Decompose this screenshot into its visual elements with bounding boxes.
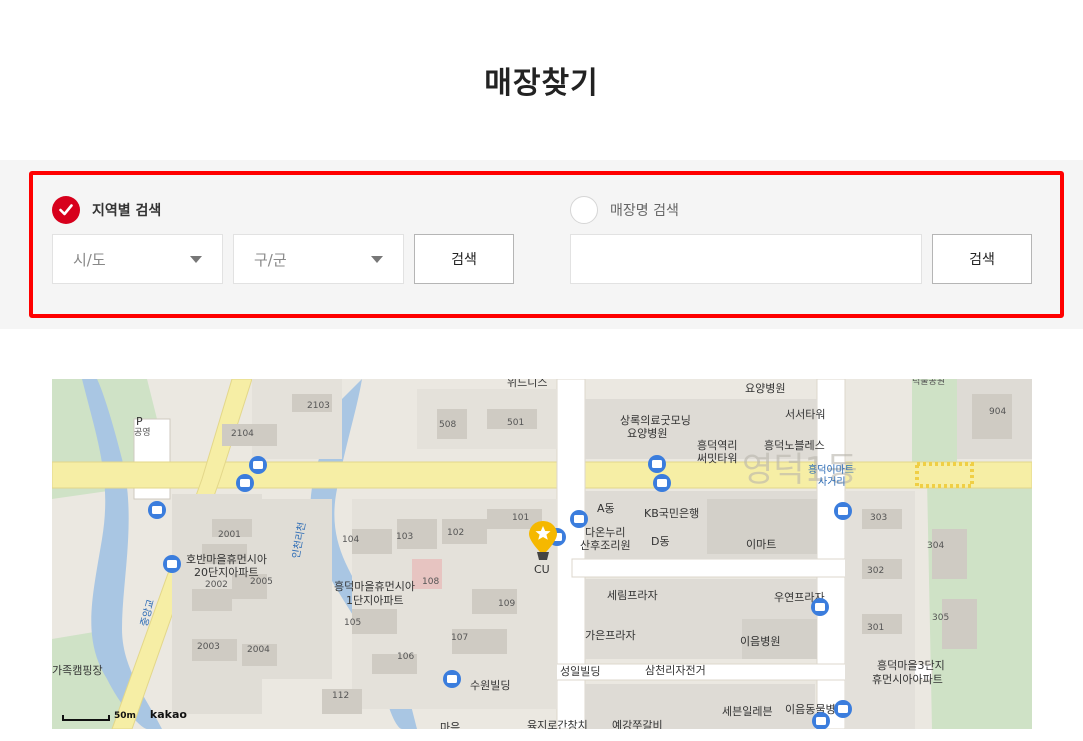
map-label: 112	[332, 691, 349, 701]
map-label: 요양병원	[745, 382, 785, 395]
map-label: 요양병원	[627, 427, 667, 440]
kakao-logo: kakao	[149, 708, 187, 721]
bus-stop-icon[interactable]	[811, 598, 829, 616]
store-map[interactable]: 위드니스 요양병원 덕물공원 2103 508 501 상록의료굿모닝 요양병원…	[52, 379, 1032, 729]
map-label: 303	[870, 513, 887, 523]
map-label: 다온누리	[585, 526, 625, 539]
store-name-input[interactable]	[570, 234, 922, 284]
map-label: 304	[927, 541, 944, 551]
bus-stop-icon[interactable]	[236, 474, 254, 492]
map-label: 수원빌딩	[470, 679, 510, 692]
map-label: 가족캠핑장	[52, 664, 103, 677]
chevron-down-icon	[371, 255, 383, 263]
map-label: 써밋타워	[697, 452, 737, 465]
map-label: 육지로간창치	[527, 719, 588, 729]
map-label: 105	[344, 618, 361, 628]
map-label: D동	[651, 535, 670, 548]
map-label: 흥덕역리	[697, 438, 737, 452]
store-search-radio[interactable]: 매장명 검색	[570, 196, 679, 224]
store-search-label: 매장명 검색	[610, 203, 679, 219]
map-label: 305	[932, 613, 949, 623]
map-label: KB국민은행	[644, 507, 699, 520]
region-search-button[interactable]: 검색	[414, 234, 514, 284]
map-label: 2005	[250, 577, 273, 587]
map-label: 20단지아파트	[194, 566, 259, 579]
map-label: 삼천리자전거	[645, 663, 706, 677]
bus-stop-icon[interactable]	[570, 510, 588, 528]
unchecked-radio-icon	[570, 196, 598, 224]
map-label: 103	[396, 532, 413, 542]
scale-label: 50m	[114, 711, 136, 721]
map-label: 흥덕마을3단지	[877, 658, 945, 672]
sido-select[interactable]: 시/도	[52, 234, 223, 284]
map-label: 302	[867, 566, 884, 576]
map-label: 공영	[134, 427, 151, 438]
gugun-select-value: 구/군	[254, 250, 287, 269]
map-label: 가은프라자	[585, 629, 636, 642]
map-label: 사거리	[818, 476, 846, 488]
map-label: 104	[342, 535, 359, 545]
map-label: 109	[498, 599, 515, 609]
map-label: 107	[451, 633, 468, 643]
gugun-select[interactable]: 구/군	[233, 234, 404, 284]
map-label: 1단지아파트	[346, 594, 404, 607]
region-search-label: 지역별 검색	[92, 203, 162, 219]
map-label: A동	[597, 502, 615, 515]
page-title: 매장찾기	[484, 66, 599, 101]
map-label: 흥덕이마트	[808, 463, 854, 476]
map-label: 904	[989, 407, 1006, 417]
bus-stop-icon[interactable]	[653, 474, 671, 492]
chevron-down-icon	[190, 255, 202, 263]
bus-stop-icon[interactable]	[834, 700, 852, 718]
map-canvas[interactable]: 위드니스 요양병원 덕물공원 2103 508 501 상록의료굿모닝 요양병원…	[52, 379, 1032, 729]
map-label: 덕물공원	[912, 379, 945, 387]
bus-stop-icon[interactable]	[249, 456, 267, 474]
map-label: CU	[534, 563, 550, 576]
checked-radio-icon	[52, 196, 80, 224]
map-label: 106	[397, 652, 414, 662]
map-label: 성일빌딩	[560, 664, 600, 678]
map-label: 2003	[197, 642, 220, 652]
map-label: 102	[447, 528, 464, 538]
scale-bar-line	[62, 715, 110, 721]
bus-stop-icon[interactable]	[163, 555, 181, 573]
bus-stop-icon[interactable]	[648, 455, 666, 473]
sido-select-value: 시/도	[73, 250, 106, 269]
bus-stop-icon[interactable]	[834, 502, 852, 520]
map-label: 예강쭈갈비	[612, 718, 663, 729]
map-label: 흥덕마을휴먼시아	[334, 579, 415, 593]
map-label: 이음병원	[740, 635, 780, 648]
map-label: 산후조리원	[580, 539, 631, 552]
map-label: 이마트	[746, 538, 776, 551]
map-scale: 50m kakao	[62, 708, 187, 721]
map-label: 2002	[205, 580, 228, 590]
map-label: 위드니스	[507, 379, 547, 389]
map-label: P	[136, 415, 143, 428]
map-label: 세림프라자	[607, 589, 658, 602]
map-label: 휴먼시아아파트	[872, 673, 943, 686]
map-label: 101	[512, 513, 529, 523]
bus-stop-icon[interactable]	[443, 670, 461, 688]
map-label: 508	[439, 420, 456, 430]
store-search-button[interactable]: 검색	[932, 234, 1032, 284]
map-label: 301	[867, 623, 884, 633]
map-label: 세븐일레븐	[722, 704, 773, 718]
map-label: 호반마을휴먼시아	[186, 553, 267, 566]
map-label: 2001	[218, 530, 241, 540]
map-label: 501	[507, 418, 524, 428]
bus-stop-icon[interactable]	[148, 501, 166, 519]
map-label: 서서타워	[785, 408, 825, 421]
region-search-radio[interactable]: 지역별 검색	[52, 196, 161, 224]
map-label: 상록의료굿모닝	[620, 414, 691, 427]
map-label: 108	[422, 577, 439, 587]
map-label: 마음	[440, 721, 460, 729]
map-label: 2004	[247, 645, 270, 655]
map-label: 2104	[231, 429, 254, 439]
map-label: 2103	[307, 401, 330, 411]
